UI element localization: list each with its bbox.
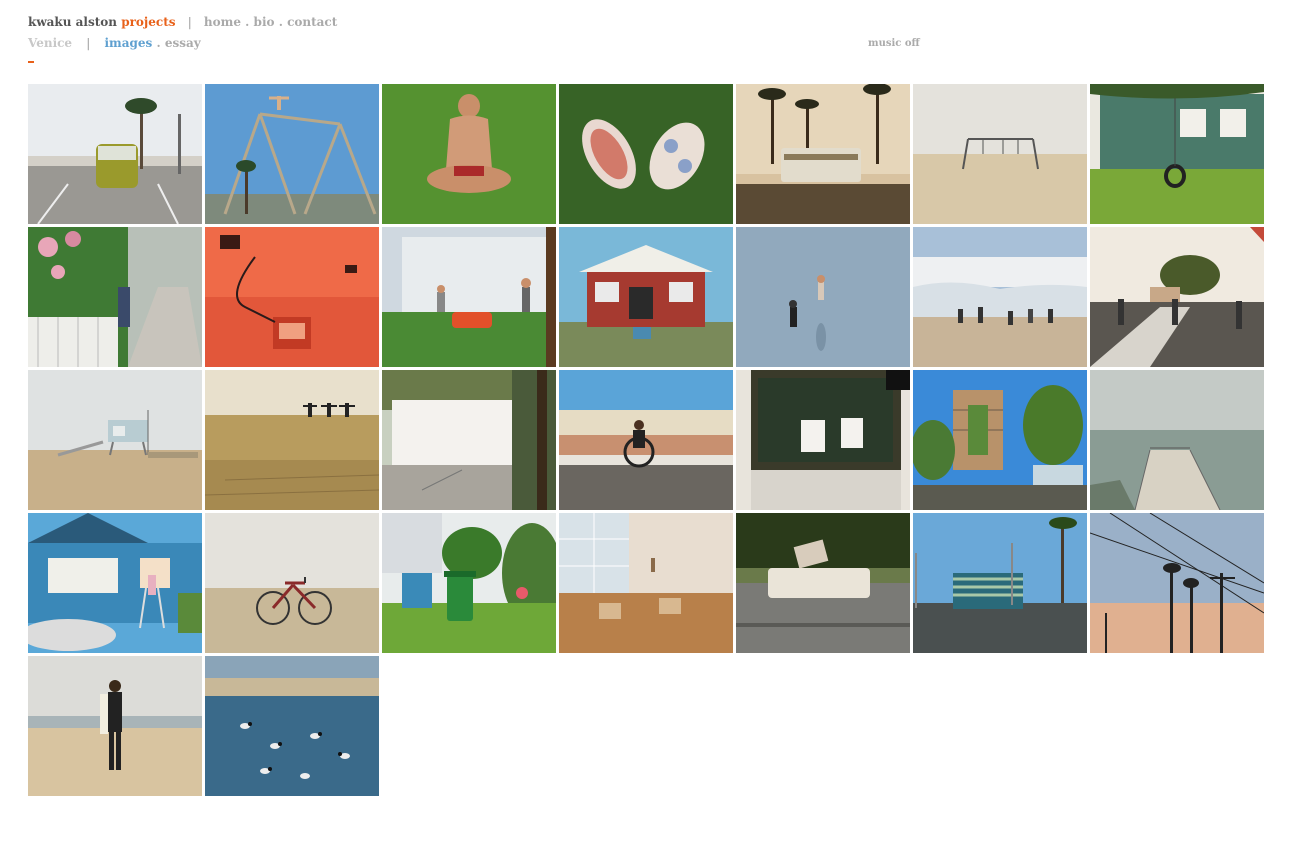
contact-link[interactable]: contact (287, 15, 337, 29)
active-underline (28, 61, 34, 63)
thumbnail-surfer-wetsuit[interactable] (28, 656, 202, 796)
thumbnail-image (382, 227, 556, 367)
thumbnail-image (1090, 513, 1264, 653)
thumbnail-image (736, 513, 910, 653)
thumbnail-sunlit-room-chairs[interactable] (559, 513, 733, 653)
thumbnail-image (559, 227, 733, 367)
thumbnail-image (913, 513, 1087, 653)
essay-link[interactable]: essay (165, 36, 201, 50)
thumbnail-red-room-machine[interactable] (205, 227, 379, 367)
thumbnail-image (1090, 370, 1264, 510)
thumbnail-surfers-in-water[interactable] (205, 656, 379, 796)
thumbnail-image (559, 513, 733, 653)
thumbnail-image (28, 370, 202, 510)
thumbnail-image (28, 227, 202, 367)
thumbnail-image (913, 227, 1087, 367)
thumbnail-image (28, 656, 202, 796)
thumbnail-image (205, 227, 379, 367)
thumbnail-wheelchair-boardwalk[interactable] (559, 370, 733, 510)
thumbnail-swing-frame-gymnast[interactable] (205, 84, 379, 224)
thumbnail-building-scaffold-tree[interactable] (913, 370, 1087, 510)
thumbnail-image (382, 513, 556, 653)
thumbnail-lifeguard-tower[interactable] (28, 370, 202, 510)
images-link[interactable]: images (105, 36, 153, 50)
thumbnail-man-sitting-grass[interactable] (382, 84, 556, 224)
thumbnail-street-crossing-skaters[interactable] (1090, 227, 1264, 367)
thumbnail-image (205, 84, 379, 224)
nav-separator: | (187, 15, 192, 29)
thumbnail-image (28, 513, 202, 653)
thumbnail-image (559, 370, 733, 510)
music-toggle[interactable]: music off (868, 38, 920, 49)
project-subnav: Venice | images . essay (28, 36, 201, 50)
projects-link[interactable]: projects (121, 15, 175, 29)
thumbnail-image (913, 370, 1087, 510)
thumbnail-green-house-tire-swing[interactable] (1090, 84, 1264, 224)
thumbnail-image (736, 84, 910, 224)
thumbnail-shop-window-posters[interactable] (736, 370, 910, 510)
thumbnail-swings-foggy-beach[interactable] (913, 84, 1087, 224)
thumbnail-van-palm-beach-lot[interactable] (28, 84, 202, 224)
thumbnail-image (1090, 227, 1264, 367)
thumbnail-three-figures-dune[interactable] (205, 370, 379, 510)
thumbnail-image (28, 84, 202, 224)
project-title: Venice (28, 36, 73, 50)
thumbnail-red-bungalow[interactable] (559, 227, 733, 367)
thumbnail-rv-palms-sunset[interactable] (736, 84, 910, 224)
home-link[interactable]: home (204, 15, 241, 29)
thumbnail-image (382, 370, 556, 510)
thumbnail-image (205, 656, 379, 796)
thumbnail-power-lines-palms-dusk[interactable] (1090, 513, 1264, 653)
photographer-name[interactable]: kwaku alston (28, 15, 117, 29)
thumbnail-skateboards-grass[interactable] (559, 84, 733, 224)
thumbnail-wall-lawnmower-men[interactable] (382, 227, 556, 367)
thumbnail-image (736, 370, 910, 510)
thumbnail-green-trash-bin-garden[interactable] (382, 513, 556, 653)
thumbnail-image (205, 370, 379, 510)
thumbnail-flower-fence-sidewalk[interactable] (28, 227, 202, 367)
thumbnail-image (382, 84, 556, 224)
thumbnail-striped-building-palms[interactable] (913, 513, 1087, 653)
bio-link[interactable]: bio (254, 15, 275, 29)
thumbnail-beach-photographer-model[interactable] (736, 227, 910, 367)
nav-dot: . (278, 15, 283, 29)
thumbnail-image (559, 84, 733, 224)
thumbnail-mattress-curb[interactable] (736, 513, 910, 653)
thumbnail-image (736, 227, 910, 367)
thumbnail-wave-runners[interactable] (913, 227, 1087, 367)
thumbnail-blue-house-ladder[interactable] (28, 513, 202, 653)
thumbnail-image (1090, 84, 1264, 224)
top-navigation: kwaku alston projects | home . bio . con… (28, 15, 337, 29)
thumbnail-pier-fog[interactable] (1090, 370, 1264, 510)
subnav-separator: | (86, 36, 91, 50)
subnav-dot: . (156, 36, 161, 50)
thumbnail-image (205, 513, 379, 653)
thumbnail-white-wall-corner[interactable] (382, 370, 556, 510)
thumbnail-bicycle-beach[interactable] (205, 513, 379, 653)
thumbnail-image (913, 84, 1087, 224)
nav-dot: . (245, 15, 250, 29)
